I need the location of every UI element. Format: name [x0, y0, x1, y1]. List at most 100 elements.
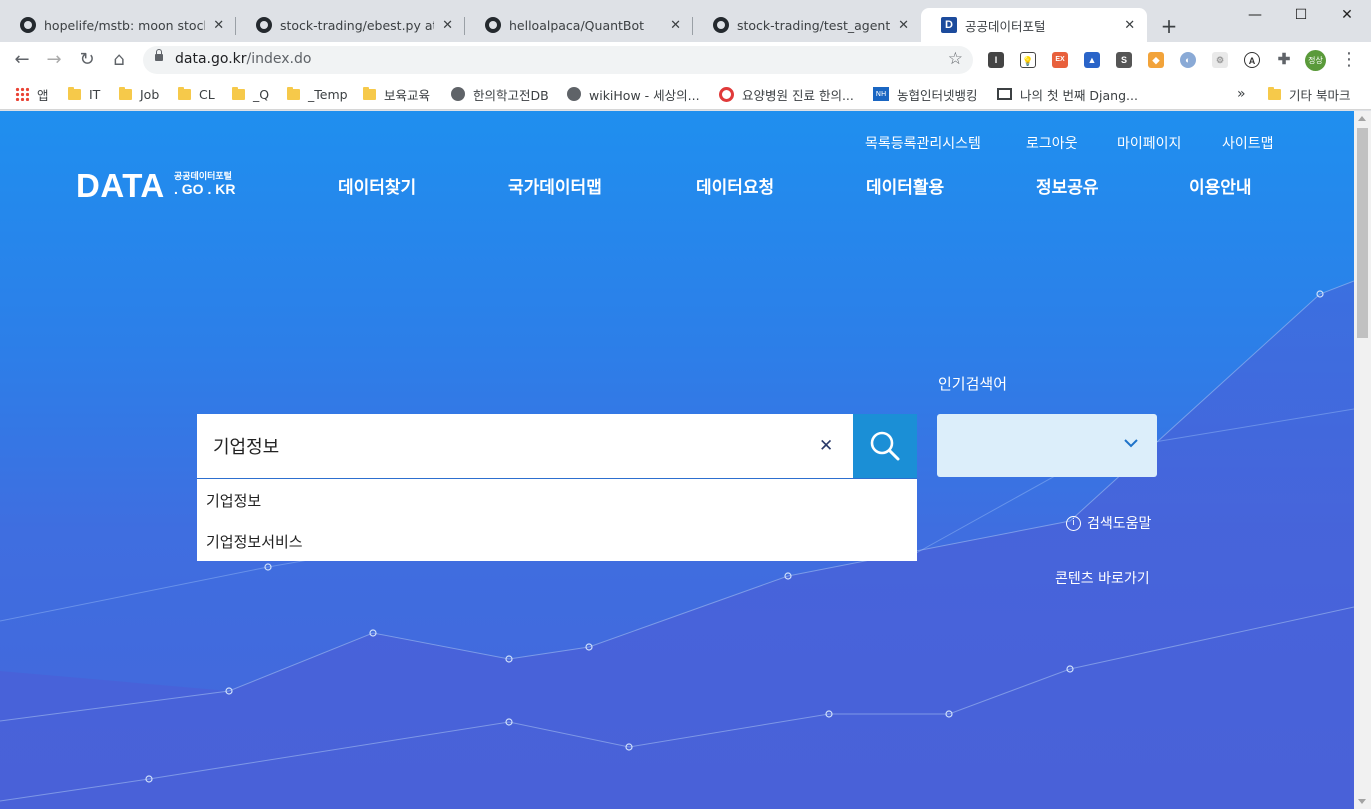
browser-tab-4[interactable]: stock-trading/test_agent_ebes ✕	[693, 8, 921, 42]
nav-info-share[interactable]: 정보공유	[1036, 173, 1099, 198]
search-button[interactable]	[853, 414, 917, 478]
profile-avatar[interactable]: 정상	[1305, 50, 1326, 71]
tab-title: stock-trading/ebest.py at mas	[280, 17, 434, 33]
scrollbar-thumb[interactable]	[1357, 128, 1368, 338]
nh-icon: NH	[873, 87, 889, 101]
new-tab-button[interactable]: +	[1158, 14, 1180, 38]
site-logo[interactable]: DATA 공공데이터포털 . GO . KR	[76, 167, 235, 205]
bookmark-label: 요양병원 진료 한의...	[742, 87, 854, 103]
window-close-button[interactable]: ✕	[1324, 4, 1370, 26]
suggestion-item[interactable]: 기업정보	[206, 490, 261, 511]
close-icon[interactable]: ✕	[440, 18, 455, 33]
github-icon	[485, 17, 501, 33]
bookmark-folder-job[interactable]: Job	[119, 85, 159, 103]
bookmark-hanui-db[interactable]: 한의학고전DB	[451, 85, 549, 103]
bookmark-folder-temp[interactable]: _Temp	[287, 85, 348, 103]
nav-find-data[interactable]: 데이터찾기	[338, 173, 416, 198]
folder-icon	[287, 86, 300, 100]
search-input[interactable]: 기업정보 ✕	[197, 414, 853, 478]
url-path: /index.do	[246, 51, 312, 67]
nav-national-data-map[interactable]: 국가데이터맵	[508, 173, 602, 198]
extension-circle-icon[interactable]: ◐	[1180, 52, 1196, 68]
browser-tab-active[interactable]: D 공공데이터포털 ✕	[921, 8, 1147, 42]
extension-cap-icon[interactable]: ▲	[1084, 52, 1100, 68]
minimize-button[interactable]: —	[1232, 4, 1278, 26]
bookmark-apps[interactable]: 앱	[15, 85, 49, 103]
bookmark-wikihow[interactable]: wikiHow - 세상의...	[567, 85, 700, 103]
ring-icon	[719, 86, 734, 102]
info-icon: i	[1066, 515, 1081, 531]
util-link-sitemap[interactable]: 사이트맵	[1222, 133, 1274, 153]
bookmark-label: 보육교육	[384, 87, 431, 103]
data-portal-icon: D	[941, 17, 957, 33]
extension-bulb-icon[interactable]: 💡	[1020, 52, 1036, 68]
folder-icon	[232, 86, 245, 100]
folder-icon	[119, 86, 132, 100]
chevron-down-icon	[1124, 439, 1138, 448]
bookmark-folder-it[interactable]: IT	[68, 85, 100, 103]
home-icon[interactable]: ⌂	[107, 48, 131, 72]
tab-title: stock-trading/test_agent_ebes	[737, 17, 891, 33]
tab-title: 공공데이터포털	[965, 18, 1046, 34]
browser-tab-3[interactable]: helloalpaca/QuantBot ✕	[465, 8, 693, 42]
close-icon[interactable]: ✕	[211, 18, 226, 33]
extension-gear-icon[interactable]: ⚙	[1212, 52, 1228, 68]
puzzle-icon[interactable]: ✚	[1276, 52, 1292, 68]
util-link-catalog[interactable]: 목록등록관리시스템	[865, 133, 981, 153]
address-bar[interactable]: data.go.kr/index.do ☆	[143, 46, 973, 74]
maximize-button[interactable]: ☐	[1278, 4, 1324, 26]
scroll-up-arrow-icon[interactable]	[1358, 116, 1366, 121]
bookmark-hospital[interactable]: 요양병원 진료 한의...	[719, 85, 854, 103]
folder-icon	[1268, 86, 1281, 100]
bookmark-folder-edu[interactable]: 보육교육	[363, 85, 430, 103]
util-link-mypage[interactable]: 마이페이지	[1117, 133, 1181, 153]
clear-search-icon[interactable]: ✕	[819, 436, 833, 456]
close-icon[interactable]: ✕	[1122, 18, 1137, 33]
github-icon	[256, 17, 272, 33]
extension-a-icon[interactable]: A	[1244, 52, 1260, 68]
bookmarks-overflow-chevron-icon[interactable]: »	[1237, 85, 1246, 103]
browser-tab-1[interactable]: hopelife/mstb: moon stock tra ✕	[0, 8, 236, 42]
back-arrow-icon[interactable]: ←	[10, 48, 34, 72]
nav-data-request[interactable]: 데이터요청	[696, 173, 774, 198]
close-icon[interactable]: ✕	[668, 18, 683, 33]
extension-s-icon[interactable]: S	[1116, 52, 1132, 68]
bookmark-django[interactable]: 나의 첫 번째 Djang...	[997, 85, 1138, 103]
tab-title: hopelife/mstb: moon stock tra	[44, 17, 205, 33]
bookmark-other[interactable]: 기타 북마크	[1268, 85, 1350, 103]
url-host: data.go.kr	[175, 51, 247, 67]
reload-icon[interactable]: ↻	[75, 48, 99, 72]
extension-i-icon[interactable]: I	[988, 52, 1004, 68]
search-help-link[interactable]: i 검색도움말	[1066, 513, 1151, 533]
close-icon[interactable]: ✕	[896, 18, 911, 33]
scroll-down-arrow-icon[interactable]	[1358, 799, 1366, 804]
nav-data-use[interactable]: 데이터활용	[866, 173, 944, 198]
bookmark-star-icon[interactable]: ☆	[948, 49, 963, 69]
search-help-label: 검색도움말	[1087, 516, 1152, 532]
search-icon	[870, 431, 900, 461]
popular-keywords-label: 인기검색어	[938, 375, 1008, 393]
url-text[interactable]: data.go.kr/index.do	[175, 51, 311, 67]
search-suggestions: 기업정보 기업정보서비스	[197, 478, 917, 561]
bookmark-folder-cl[interactable]: CL	[178, 85, 215, 103]
kebab-menu-icon[interactable]: ⋮	[1340, 48, 1358, 72]
forward-arrow-icon[interactable]: →	[42, 48, 66, 72]
suggestion-item[interactable]: 기업정보서비스	[206, 531, 303, 552]
browser-toolbar: ← → ↻ ⌂ data.go.kr/index.do ☆ I 💡 EX ▲ S…	[0, 42, 1371, 78]
github-icon	[20, 17, 36, 33]
extension-cube-icon[interactable]: ◆	[1148, 52, 1164, 68]
bookmark-label: wikiHow - 세상의...	[589, 87, 700, 103]
bookmark-folder-q[interactable]: _Q	[232, 85, 269, 103]
bookmark-label: Job	[140, 86, 160, 102]
nav-guide[interactable]: 이용안내	[1189, 173, 1252, 198]
popular-keywords-select[interactable]	[937, 414, 1157, 477]
logo-main-text: DATA	[76, 167, 165, 204]
content-shortcut-link[interactable]: 콘텐츠 바로가기	[1055, 568, 1150, 588]
page-scrollbar[interactable]	[1354, 111, 1371, 809]
browser-tab-2[interactable]: stock-trading/ebest.py at mas ✕	[236, 8, 465, 42]
bookmark-label: _Temp	[308, 86, 348, 102]
bookmark-nh-bank[interactable]: NH 농협인터넷뱅킹	[873, 85, 978, 103]
util-link-logout[interactable]: 로그아웃	[1026, 133, 1078, 153]
bookmarks-bar: 앱 IT Job CL _Q _Temp 보육교육 한의학고전DB wikiHo…	[0, 78, 1371, 110]
extension-ex-icon[interactable]: EX	[1052, 52, 1068, 68]
